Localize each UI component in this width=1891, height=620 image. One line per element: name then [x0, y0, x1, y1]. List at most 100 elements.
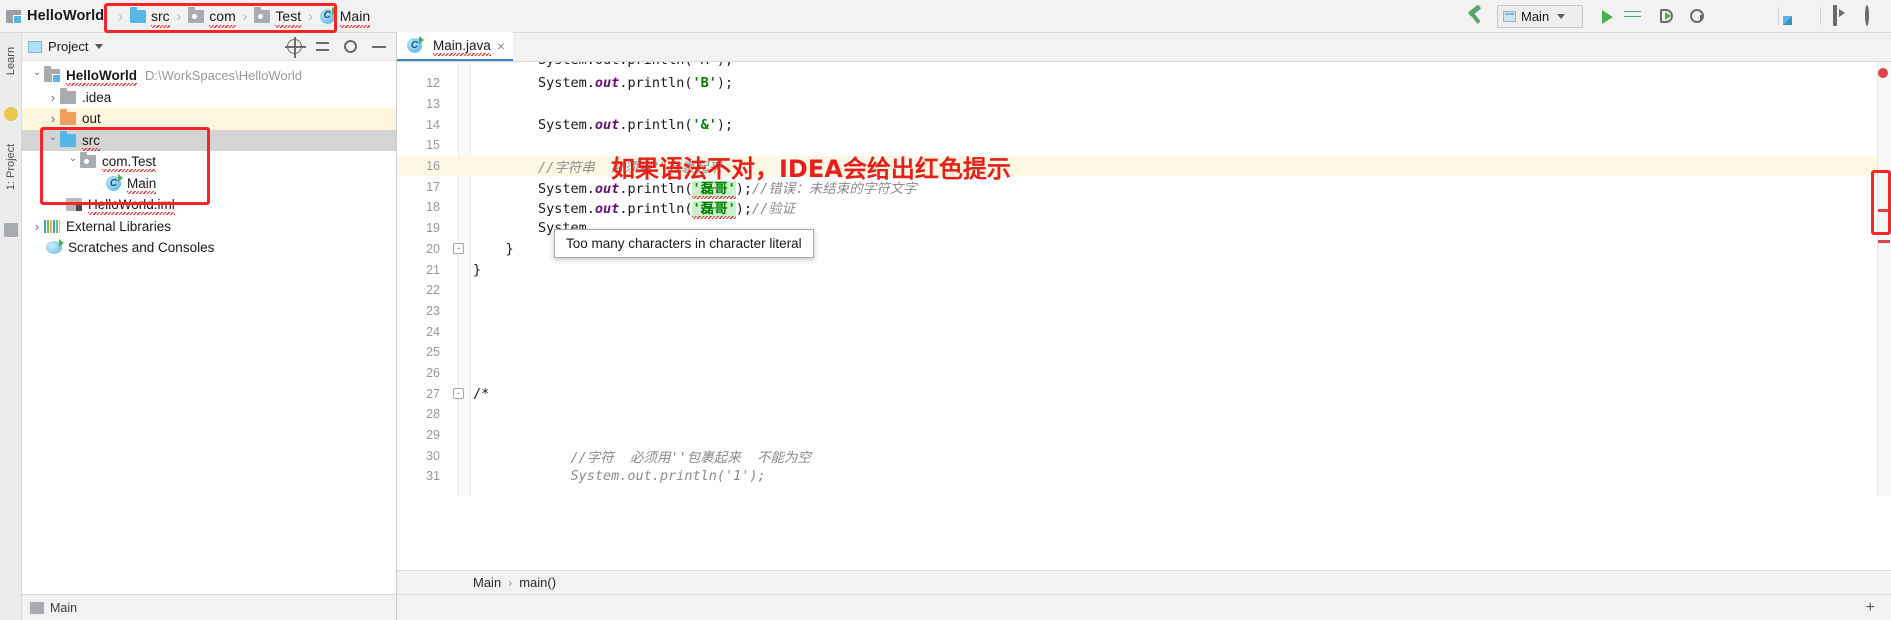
debug-icon[interactable] [1627, 7, 1646, 26]
tab-label: Main.java [433, 38, 491, 56]
breadcrumb-separator: › [176, 8, 182, 24]
editor-breadcrumb-bar: Main › main() [397, 570, 1891, 594]
code-line[interactable]: 30 //字符 必须用''包裹起来 不能为空 [397, 445, 1891, 466]
breadcrumb-separator: › [508, 575, 513, 590]
attach-icon[interactable] [1718, 7, 1737, 26]
code-text: } [473, 261, 482, 278]
code-canvas[interactable]: System.out.println('A');12 System.out.pr… [397, 62, 1891, 496]
code-line[interactable]: 21} [397, 259, 1891, 280]
code-line[interactable]: 25 [397, 342, 1891, 363]
project-name-label: HelloWorld [27, 8, 105, 24]
code-line[interactable]: 18 System.out.println('磊哥');//验证 [397, 197, 1891, 218]
locate-icon[interactable] [285, 37, 306, 58]
hammer-icon[interactable] [1465, 6, 1485, 26]
structure-icon[interactable] [4, 223, 18, 237]
code-line[interactable]: 13 [397, 94, 1891, 115]
tab-main-java[interactable]: C Main.java × [397, 32, 513, 61]
rail-tab-project[interactable]: 1: Project [5, 134, 17, 200]
collapse-all-icon[interactable] [315, 39, 330, 54]
line-number: 27 [426, 386, 440, 401]
search-icon[interactable] [1862, 4, 1881, 26]
tree-node-label: External Libraries [66, 218, 172, 234]
error-stripe-mark[interactable] [1878, 209, 1890, 212]
run-with-coverage-icon[interactable] [1660, 9, 1673, 23]
fold-toggle-icon[interactable]: - [453, 243, 464, 255]
project-structure-icon[interactable] [1790, 7, 1809, 26]
breadcrumb-method[interactable]: main() [519, 575, 556, 590]
tree-node-scratches[interactable]: Scratches and Consoles [22, 237, 396, 259]
breadcrumb-class[interactable]: Main [473, 575, 501, 590]
breadcrumb-item-main[interactable]: C Main [318, 6, 372, 28]
panel-bottom-label: Main [50, 600, 78, 615]
fold-toggle-icon[interactable]: - [453, 388, 464, 400]
hide-icon[interactable] [371, 39, 386, 54]
chevron-down-icon[interactable] [30, 70, 44, 81]
profiler-icon[interactable] [1690, 9, 1704, 23]
breadcrumb-label: Main [339, 7, 371, 28]
error-count-indicator[interactable] [1878, 68, 1888, 78]
rail-tab-learn[interactable]: Learn [5, 38, 17, 84]
tree-node-main[interactable]: C Main [22, 173, 396, 195]
chevron-right-icon[interactable] [46, 90, 60, 105]
code-line[interactable]: 31 System.out.println('1'); [397, 466, 1891, 487]
settings-gear-icon[interactable] [344, 40, 357, 53]
code-line[interactable]: 29 [397, 425, 1891, 446]
folder-orange-icon [60, 109, 76, 126]
run-icon[interactable] [1597, 7, 1616, 26]
chevron-down-icon[interactable] [66, 156, 80, 167]
code-line[interactable]: 27 -/* [397, 383, 1891, 404]
breadcrumb-item-test[interactable]: Test [252, 6, 303, 28]
java-class-icon: C [106, 173, 123, 191]
error-stripe[interactable] [1877, 62, 1891, 496]
code-line[interactable]: 23 [397, 301, 1891, 322]
tree-node-external-libraries[interactable]: External Libraries [22, 216, 396, 238]
stop-icon[interactable] [1748, 7, 1767, 26]
chevron-right-icon[interactable] [30, 219, 44, 234]
close-icon[interactable]: × [497, 39, 505, 53]
breadcrumb: › src › com › Test › C Main [113, 0, 372, 32]
code-text: System.out.println('B'); [473, 75, 734, 92]
breadcrumb-item-com[interactable]: com [186, 6, 237, 28]
main-toolbar: HelloWorld › src › com › Test › C Main M… [0, 0, 1891, 33]
code-line[interactable]: 22 [397, 280, 1891, 301]
scratches-icon [46, 239, 64, 255]
line-number: 24 [426, 324, 440, 339]
error-stripe-mark[interactable] [1878, 240, 1890, 243]
tree-node-src[interactable]: src [22, 129, 396, 151]
run-configuration-selector[interactable]: Main [1497, 4, 1583, 28]
line-number: 21 [426, 262, 440, 277]
chevron-down-icon [1557, 13, 1566, 19]
line-number: 26 [426, 365, 440, 380]
tree-node-label: out [82, 111, 101, 127]
project-module-icon [6, 9, 22, 24]
code-text: } [473, 240, 514, 257]
code-line[interactable]: 14 System.out.println('&'); [397, 114, 1891, 135]
line-number: 28 [426, 407, 440, 422]
line-number: 31 [426, 469, 440, 484]
tree-node-com-test[interactable]: com.Test [22, 151, 396, 173]
tree-node-out[interactable]: out [22, 108, 396, 130]
project-panel-title: Project [48, 39, 89, 54]
chevron-down-icon[interactable] [46, 135, 60, 146]
line-number: 22 [426, 283, 440, 298]
tree-node-iml[interactable]: HelloWorld.iml [22, 194, 396, 216]
chevron-down-icon[interactable] [95, 44, 104, 49]
tree-node-helloworld[interactable]: HelloWorld D:\WorkSpaces\HelloWorld [22, 65, 396, 87]
project-panel: Project HelloWorld D:\WorkSpaces\HelloWo… [22, 33, 397, 620]
code-line[interactable]: 24 [397, 321, 1891, 342]
window-icon[interactable] [1832, 4, 1851, 26]
code-line[interactable]: 12 System.out.println('B'); [397, 73, 1891, 94]
run-tool-icon [30, 601, 44, 614]
left-tool-rail: Learn 1: Project [0, 33, 22, 620]
tree-node-label: HelloWorld [66, 68, 138, 87]
add-icon[interactable]: + [1866, 599, 1875, 617]
tree-node-idea[interactable]: .idea [22, 87, 396, 109]
breadcrumb-item-src[interactable]: src [128, 6, 172, 28]
toolbar-divider [1778, 7, 1779, 25]
code-line[interactable]: 28 [397, 404, 1891, 425]
line-number: 19 [426, 221, 440, 236]
code-text: /* [473, 385, 490, 402]
code-line[interactable]: 26 [397, 363, 1891, 384]
breadcrumb-label: com [209, 7, 237, 28]
chevron-right-icon[interactable] [46, 111, 60, 126]
